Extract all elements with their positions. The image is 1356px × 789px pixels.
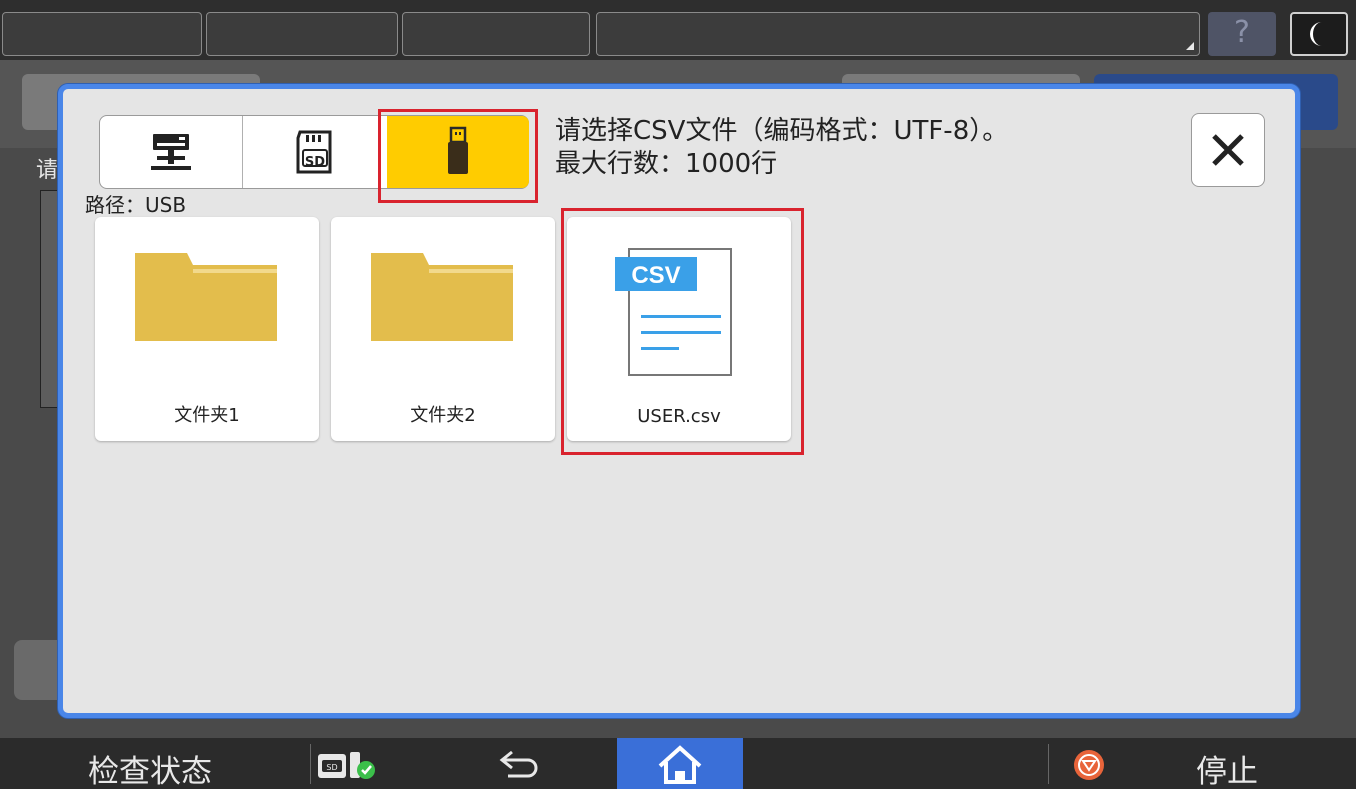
folder-item-2[interactable]: 文件夹2 xyxy=(331,217,555,441)
energy-saver-button[interactable] xyxy=(1290,12,1348,56)
resize-corner-icon xyxy=(1186,42,1194,50)
home-button[interactable] xyxy=(617,738,743,789)
help-button[interactable]: ? xyxy=(1208,12,1276,56)
home-icon xyxy=(658,745,702,784)
sd-card-label: SD xyxy=(304,155,326,170)
current-path: 路径：USB xyxy=(85,193,187,217)
close-button[interactable] xyxy=(1191,113,1265,187)
instruction-line-2: 最大行数：1000行 xyxy=(555,149,778,179)
top-tab-1[interactable] xyxy=(2,12,202,56)
close-icon xyxy=(1212,134,1244,166)
source-sd-button[interactable]: SD xyxy=(243,116,386,188)
svg-text:SD: SD xyxy=(326,763,337,772)
folder-item-1[interactable]: 文件夹1 xyxy=(95,217,319,441)
folder-icon xyxy=(371,253,513,341)
top-tab-3[interactable] xyxy=(402,12,590,56)
network-folder-icon xyxy=(151,134,191,170)
folder-label: 文件夹2 xyxy=(410,405,476,426)
usb-highlight-box xyxy=(378,109,538,203)
divider xyxy=(310,744,311,784)
instruction-text: 请选择CSV文件（编码格式：UTF-8）。 最大行数：1000行 xyxy=(555,115,1008,181)
source-network-button[interactable] xyxy=(100,116,243,188)
background-prompt-text: 请 xyxy=(36,158,59,183)
divider xyxy=(1048,744,1049,784)
top-bar: ? xyxy=(0,0,1356,60)
folder-icon xyxy=(135,253,277,341)
top-tab-2[interactable] xyxy=(206,12,398,56)
moon-icon xyxy=(1310,22,1322,46)
instruction-line-1: 请选择CSV文件（编码格式：UTF-8）。 xyxy=(555,116,1009,146)
folder-label: 文件夹1 xyxy=(174,405,240,426)
file-highlight-box xyxy=(561,208,804,455)
back-icon[interactable] xyxy=(498,748,542,780)
bottom-bar: 检查状态 SD 停止 xyxy=(0,738,1356,789)
stop-button[interactable]: 停止 xyxy=(1196,746,1258,789)
check-status-button[interactable]: 检查状态 xyxy=(88,746,212,789)
top-input-field[interactable] xyxy=(596,12,1200,56)
stop-icon[interactable] xyxy=(1074,750,1104,780)
file-select-dialog: SD 请选择CSV文件（编码格式：UTF-8）。 最大行数：1000行 路径：U… xyxy=(58,84,1300,718)
sd-usb-status-icon[interactable]: SD xyxy=(318,750,376,782)
